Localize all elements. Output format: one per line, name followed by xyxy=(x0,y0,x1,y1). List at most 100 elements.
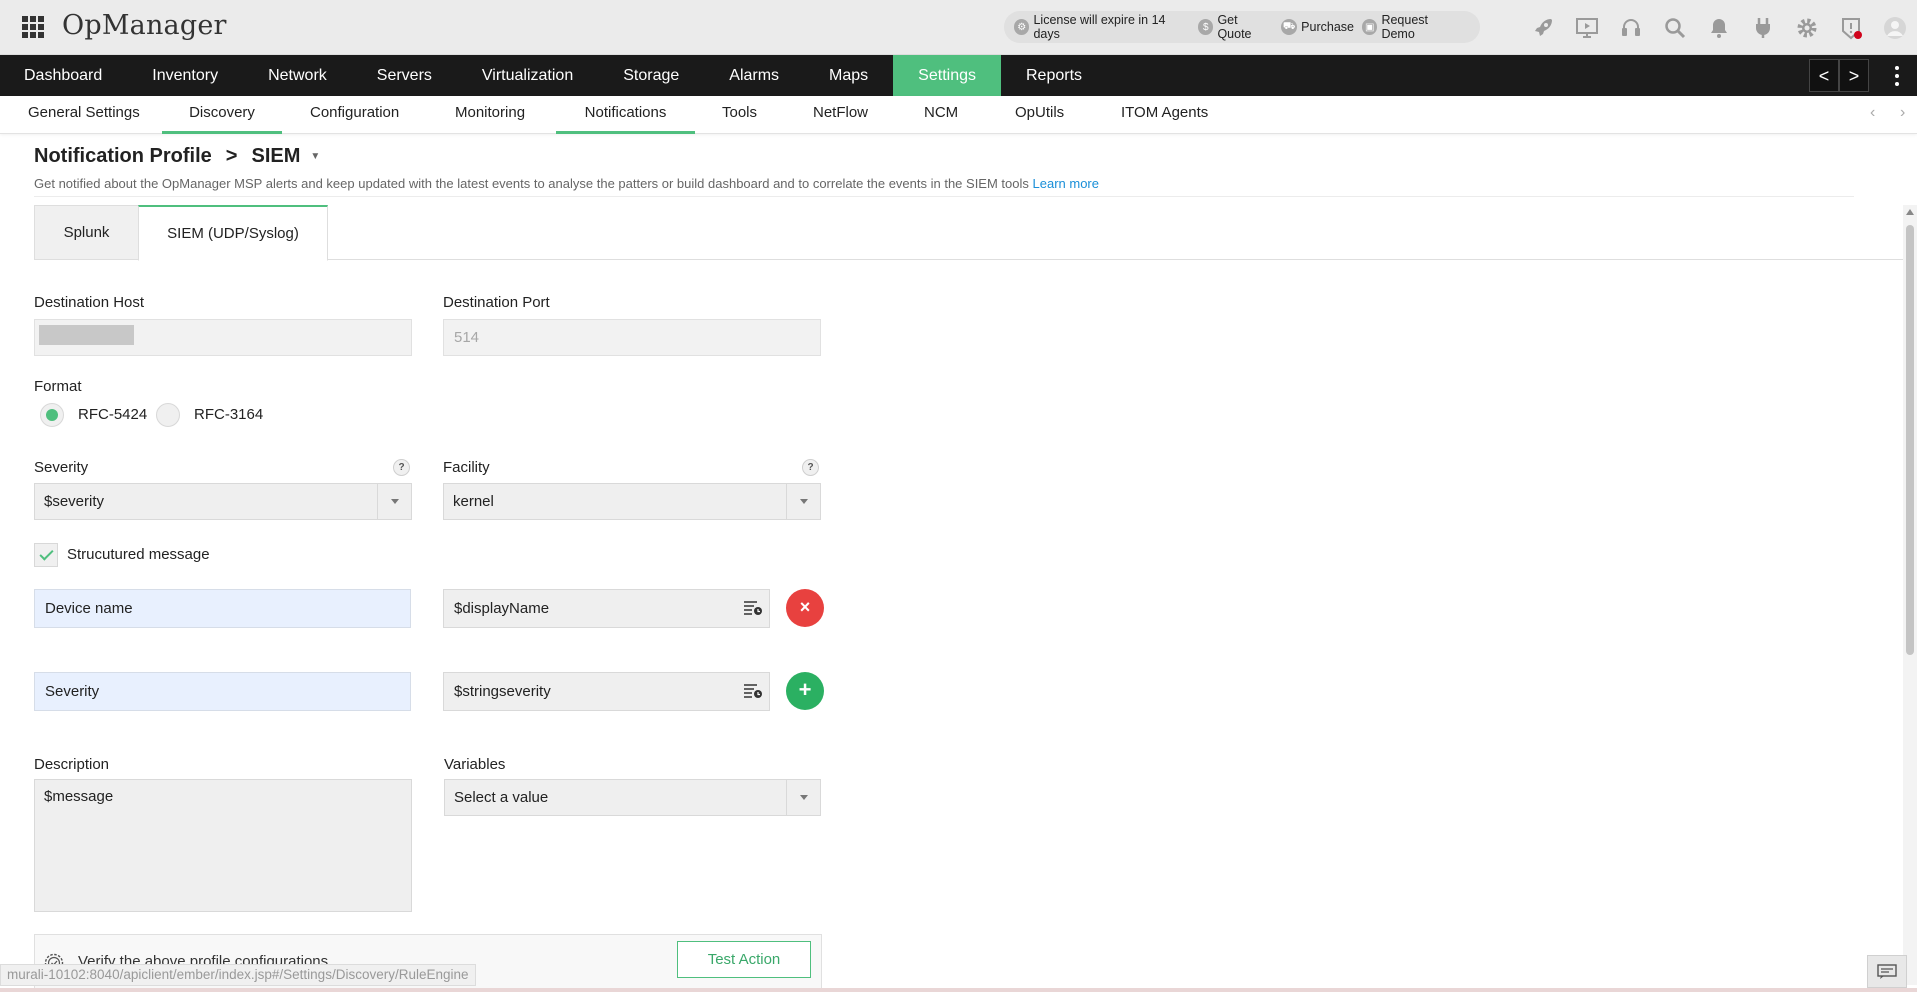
rocket-icon[interactable] xyxy=(1521,0,1565,55)
chevron-down-icon xyxy=(786,780,820,815)
headset-icon[interactable] xyxy=(1609,0,1653,55)
breadcrumb-current: SIEM xyxy=(251,145,301,167)
profile-dropdown-icon[interactable]: ▼ xyxy=(310,151,320,162)
presentation-icon[interactable] xyxy=(1565,0,1609,55)
structured-message-checkbox[interactable] xyxy=(34,543,58,567)
status-bar-url: murali-10102:8040/apiclient/ember/index.… xyxy=(0,964,476,986)
dollar-icon: $ xyxy=(1198,19,1214,35)
cart-icon: ⛟ xyxy=(1281,19,1298,35)
structured-key-input[interactable]: Device name xyxy=(34,589,411,628)
nav-next-arrow[interactable]: > xyxy=(1839,59,1869,92)
facility-help-icon[interactable]: ? xyxy=(802,459,819,476)
subnav-prev-arrow[interactable]: ‹ xyxy=(1870,104,1875,122)
subnav-ncm[interactable]: NCM xyxy=(924,96,958,134)
subnav-notifications[interactable]: Notifications xyxy=(556,96,695,134)
get-quote-link[interactable]: $ Get Quote xyxy=(1198,13,1273,41)
header-divider xyxy=(34,196,1854,197)
nav-alarms[interactable]: Alarms xyxy=(704,55,804,96)
sub-navigation: General Settings Discovery Configuration… xyxy=(0,96,1917,134)
main-navigation: Dashboard Inventory Network Servers Virt… xyxy=(0,55,1917,96)
gear-icon[interactable] xyxy=(1785,0,1829,55)
nav-dashboard[interactable]: Dashboard xyxy=(0,55,127,96)
structured-key-input[interactable]: Severity xyxy=(34,672,411,711)
bell-icon[interactable] xyxy=(1697,0,1741,55)
add-row-button[interactable]: + xyxy=(786,672,824,710)
chevron-down-icon xyxy=(786,484,820,519)
shield-alert-icon[interactable] xyxy=(1829,0,1873,55)
variables-select[interactable]: Select a value xyxy=(444,779,821,816)
scrollbar-thumb[interactable] xyxy=(1906,225,1914,655)
scroll-up-arrow-icon[interactable] xyxy=(1906,209,1914,215)
license-promo-bar: ⚙ License will expire in 14 days $ Get Q… xyxy=(1004,11,1480,43)
description-label: Description xyxy=(34,756,110,773)
nav-prev-arrow[interactable]: < xyxy=(1809,59,1839,92)
user-avatar-icon[interactable] xyxy=(1873,0,1917,55)
destination-host-label: Destination Host xyxy=(34,294,145,311)
siem-tabs: Splunk SIEM (UDP/Syslog) xyxy=(34,205,1914,261)
nav-maps[interactable]: Maps xyxy=(804,55,893,96)
variable-picker-icon[interactable] xyxy=(743,683,763,699)
chat-icon[interactable] xyxy=(1867,955,1907,988)
format-label: Format xyxy=(34,378,82,395)
subnav-configuration[interactable]: Configuration xyxy=(310,96,399,134)
breadcrumb-separator: > xyxy=(225,145,238,167)
chevron-down-icon xyxy=(377,484,411,519)
plug-icon[interactable] xyxy=(1741,0,1785,55)
demo-icon: ▣ xyxy=(1361,19,1378,35)
subnav-next-arrow[interactable]: › xyxy=(1900,104,1905,122)
test-action-button[interactable]: Test Action xyxy=(677,941,811,978)
variable-picker-icon[interactable] xyxy=(743,600,763,616)
breadcrumb: Notification Profile > SIEM ▼ xyxy=(34,145,320,168)
nav-virtualization[interactable]: Virtualization xyxy=(457,55,598,96)
subnav-general-settings[interactable]: General Settings xyxy=(28,96,140,134)
bottom-edge xyxy=(0,988,1917,992)
apps-grid-icon[interactable] xyxy=(22,16,44,38)
nav-inventory[interactable]: Inventory xyxy=(127,55,243,96)
learn-more-link[interactable]: Learn more xyxy=(1033,176,1099,191)
tab-splunk[interactable]: Splunk xyxy=(34,205,139,260)
subnav-netflow[interactable]: NetFlow xyxy=(813,96,868,134)
search-icon[interactable] xyxy=(1653,0,1697,55)
facility-label: Facility xyxy=(443,459,490,476)
nav-scroll-arrows: < > xyxy=(1809,59,1869,92)
subnav-tools[interactable]: Tools xyxy=(722,96,757,134)
page-scrollbar[interactable] xyxy=(1903,205,1917,985)
subnav-monitoring[interactable]: Monitoring xyxy=(455,96,525,134)
description-textarea[interactable]: $message xyxy=(34,779,412,912)
breadcrumb-parent[interactable]: Notification Profile xyxy=(34,145,212,168)
facility-select[interactable]: kernel xyxy=(443,483,821,520)
subnav-itom-agents[interactable]: ITOM Agents xyxy=(1121,96,1208,134)
severity-label: Severity xyxy=(34,459,89,476)
severity-select[interactable]: $severity xyxy=(34,483,412,520)
page-description: Get notified about the OpManager MSP ale… xyxy=(34,176,1099,191)
nav-servers[interactable]: Servers xyxy=(352,55,457,96)
structured-value-input[interactable]: $displayName xyxy=(443,589,770,628)
app-logo: OpManager xyxy=(62,10,227,41)
subnav-discovery[interactable]: Discovery xyxy=(162,96,282,134)
nav-reports[interactable]: Reports xyxy=(1001,55,1107,96)
license-status[interactable]: ⚙ License will expire in 14 days xyxy=(1014,13,1190,41)
structured-value-input[interactable]: $stringseverity xyxy=(443,672,770,711)
nav-network[interactable]: Network xyxy=(243,55,352,96)
tab-siem-udp-syslog[interactable]: SIEM (UDP/Syslog) xyxy=(138,205,328,261)
purchase-link[interactable]: ⛟ Purchase xyxy=(1281,19,1354,35)
header-toolbar xyxy=(1521,0,1917,55)
more-menu-icon[interactable] xyxy=(1887,63,1907,89)
destination-host-field[interactable] xyxy=(34,319,412,356)
redacted-host-value xyxy=(39,325,134,345)
remove-row-button[interactable]: × xyxy=(786,589,824,627)
subnav-oputils[interactable]: OpUtils xyxy=(1015,96,1064,134)
license-icon: ⚙ xyxy=(1014,19,1030,35)
destination-port-field[interactable]: 514 xyxy=(443,319,821,356)
variables-label: Variables xyxy=(444,756,506,773)
format-rfc5424-radio[interactable] xyxy=(40,403,64,427)
request-demo-link[interactable]: ▣ Request Demo xyxy=(1361,13,1462,41)
severity-help-icon[interactable]: ? xyxy=(393,459,410,476)
format-rfc3164-label: RFC-3164 xyxy=(194,406,264,423)
destination-port-label: Destination Port xyxy=(443,294,550,311)
nav-settings[interactable]: Settings xyxy=(893,55,1001,96)
nav-storage[interactable]: Storage xyxy=(598,55,704,96)
format-rfc5424-label: RFC-5424 xyxy=(78,406,148,423)
format-rfc3164-radio[interactable] xyxy=(156,403,180,427)
top-header: OpManager ⚙ License will expire in 14 da… xyxy=(0,0,1917,55)
